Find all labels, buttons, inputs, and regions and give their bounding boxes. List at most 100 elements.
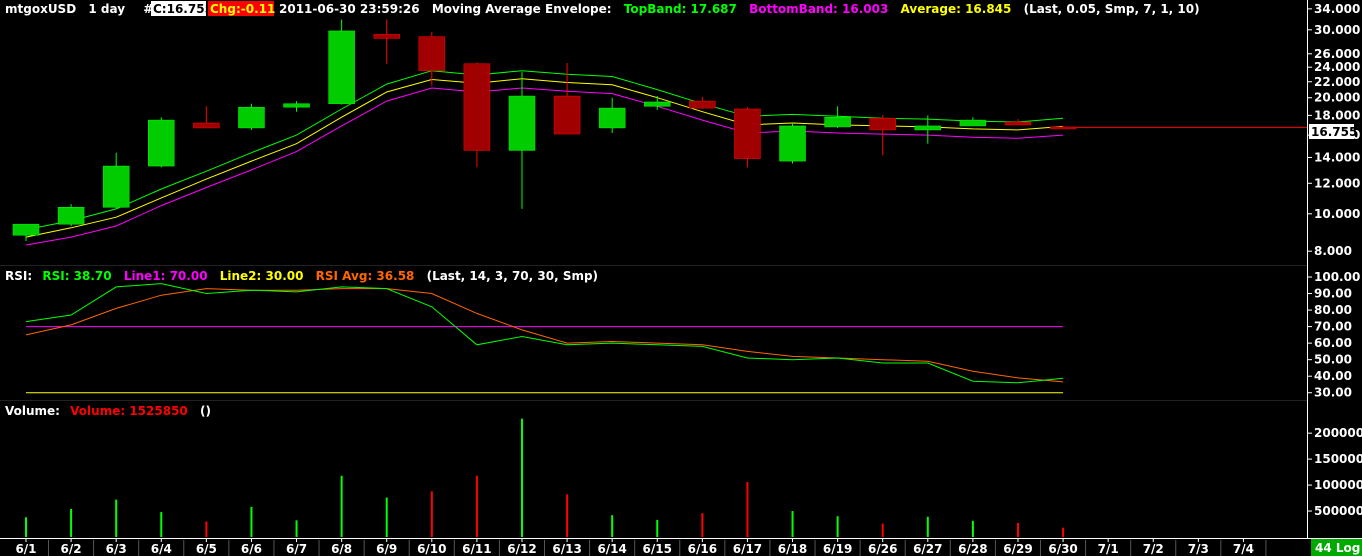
rsi-tick-label: 90.00 [1314, 287, 1352, 301]
svg-text:Volume: Volume: 1525850: Volume: Volume: 1525850 () [5, 404, 211, 418]
volume-bar [340, 475, 343, 537]
rsi-tick-label: 70.00 [1314, 320, 1352, 334]
rsi-tick-label: 60.00 [1314, 336, 1352, 350]
volume-bar [881, 523, 884, 537]
candle-body [418, 36, 446, 71]
candle-body [734, 108, 761, 159]
candle[interactable] [328, 19, 355, 105]
date-tick-label: 6/10 [417, 542, 446, 556]
volume-bar [385, 497, 388, 537]
volume-bar [475, 475, 478, 537]
volume-bar [611, 515, 614, 537]
volume-bar [1016, 522, 1019, 537]
volume-bar [70, 508, 73, 537]
volume-pane-label: Volume: [5, 404, 60, 418]
candle[interactable] [734, 107, 761, 168]
date-tick-label: 6/3 [106, 542, 127, 556]
svg-text:RSI: RSI: 38.70 Line1:: RSI: RSI: 38.70 Line1: 70.00 Line2: 30.0… [5, 269, 598, 283]
volume-tick-label: 2000000 [1314, 426, 1362, 440]
date-tick-label: 6/2 [61, 542, 82, 556]
price-tick-label: 14.000 [1314, 150, 1360, 164]
date-tick-label: 7/1 [1098, 542, 1119, 556]
candle-body [57, 206, 85, 225]
volume-bar [520, 418, 523, 537]
volume-bar [656, 519, 659, 537]
candle[interactable] [238, 103, 265, 130]
candle[interactable] [57, 204, 85, 226]
date-tick-label: 6/15 [643, 542, 672, 556]
date-tick-label: 6/1 [15, 542, 36, 556]
candle-body [959, 119, 987, 127]
period-label: 1 day [88, 2, 125, 16]
volume-bar [250, 506, 253, 537]
volume-params: () [200, 404, 211, 418]
rsi-tick-label: 50.00 [1314, 353, 1352, 367]
volume-bar [160, 512, 163, 537]
candle[interactable] [779, 122, 806, 164]
date-tick-label: 6/27 [913, 542, 942, 556]
rsi-tick-label: 100.00 [1314, 270, 1360, 284]
candle[interactable] [148, 117, 175, 168]
candle-body [914, 125, 942, 131]
candle-body [508, 95, 536, 151]
date-tick-label: 6/29 [1003, 542, 1032, 556]
volume-bar [25, 517, 27, 537]
candle-body [283, 103, 310, 108]
envelope-params: (Last, 0.05, Smp, 7, 1, 10) [1024, 2, 1200, 16]
price-tick-label: 30.000 [1314, 23, 1360, 37]
date-tick-label: 6/13 [552, 542, 581, 556]
candle-body [102, 165, 130, 208]
rsi-pane-label: RSI: [5, 269, 32, 283]
change-value: Chg:-0.11 [210, 2, 275, 16]
rsi-params: (Last, 14, 3, 70, 30, Smp) [427, 269, 598, 283]
average-label: Average: 16.845 [901, 2, 1012, 16]
log-scale-label[interactable]: 44 Log [1315, 541, 1360, 555]
volume-value-label: Volume: 1525850 [70, 404, 188, 418]
date-tick-label: 6/6 [241, 542, 262, 556]
date-tick-label: 6/12 [507, 542, 536, 556]
rsi-tick-label: 30.00 [1314, 386, 1352, 400]
candle-body [238, 106, 265, 129]
date-tick-label: 6/8 [331, 542, 352, 556]
date-tick-label: 7/2 [1143, 542, 1164, 556]
date-tick-label: 7/4 [1233, 542, 1254, 556]
candle-body [193, 122, 220, 129]
price-tick-label: 10.000 [1314, 207, 1360, 221]
price-tick-label: 20.000 [1314, 91, 1360, 105]
date-tick-label: 6/9 [376, 542, 397, 556]
volume-bar [701, 513, 704, 537]
volume-bar [115, 499, 118, 537]
line2-label: Line2: 30.00 [220, 269, 304, 283]
candle-body [779, 125, 806, 162]
line1-label: Line1: 70.00 [124, 269, 208, 283]
price-tick-label: 34.000 [1314, 2, 1360, 16]
volume-bar [295, 520, 298, 537]
date-tick-label: 7/3 [1188, 542, 1209, 556]
date-tick-label: 6/7 [286, 542, 307, 556]
date-tick-label: 6/11 [462, 542, 491, 556]
bottom-band-label: BottomBand: 16.003 [749, 2, 888, 16]
date-tick-label: 6/4 [151, 542, 172, 556]
volume-bar [205, 521, 208, 537]
candle-body [148, 119, 175, 167]
rsi-tick-label: 80.00 [1314, 303, 1352, 317]
date-tick-label: 6/30 [1048, 542, 1077, 556]
candle-body [463, 63, 491, 151]
volume-bar [566, 494, 569, 537]
rsi-tick-label: 40.00 [1314, 369, 1352, 383]
candle-body [328, 30, 355, 104]
date-tick-label: 6/26 [868, 542, 897, 556]
last-price-value: 16.755 [1311, 125, 1357, 139]
volume-tick-label: 500000 [1314, 504, 1362, 518]
candle-body [373, 34, 400, 39]
date-tick-label: 6/5 [196, 542, 217, 556]
volume-bar [971, 520, 974, 537]
price-tick-label: 8.000 [1314, 244, 1352, 258]
volume-bar [791, 511, 794, 537]
symbol-label: mtgoxUSD [5, 2, 76, 16]
volume-tick-label: 1000000 [1314, 478, 1362, 492]
mtgox-chart[interactable]: 34.000 30.000 26.00024.00022.000 20.000 18.0… [0, 0, 1362, 556]
date-tick-label: 6/17 [733, 542, 762, 556]
rsi-avg-label: RSI Avg: 36.58 [316, 269, 415, 283]
date-tick-label: 6/14 [597, 542, 626, 556]
